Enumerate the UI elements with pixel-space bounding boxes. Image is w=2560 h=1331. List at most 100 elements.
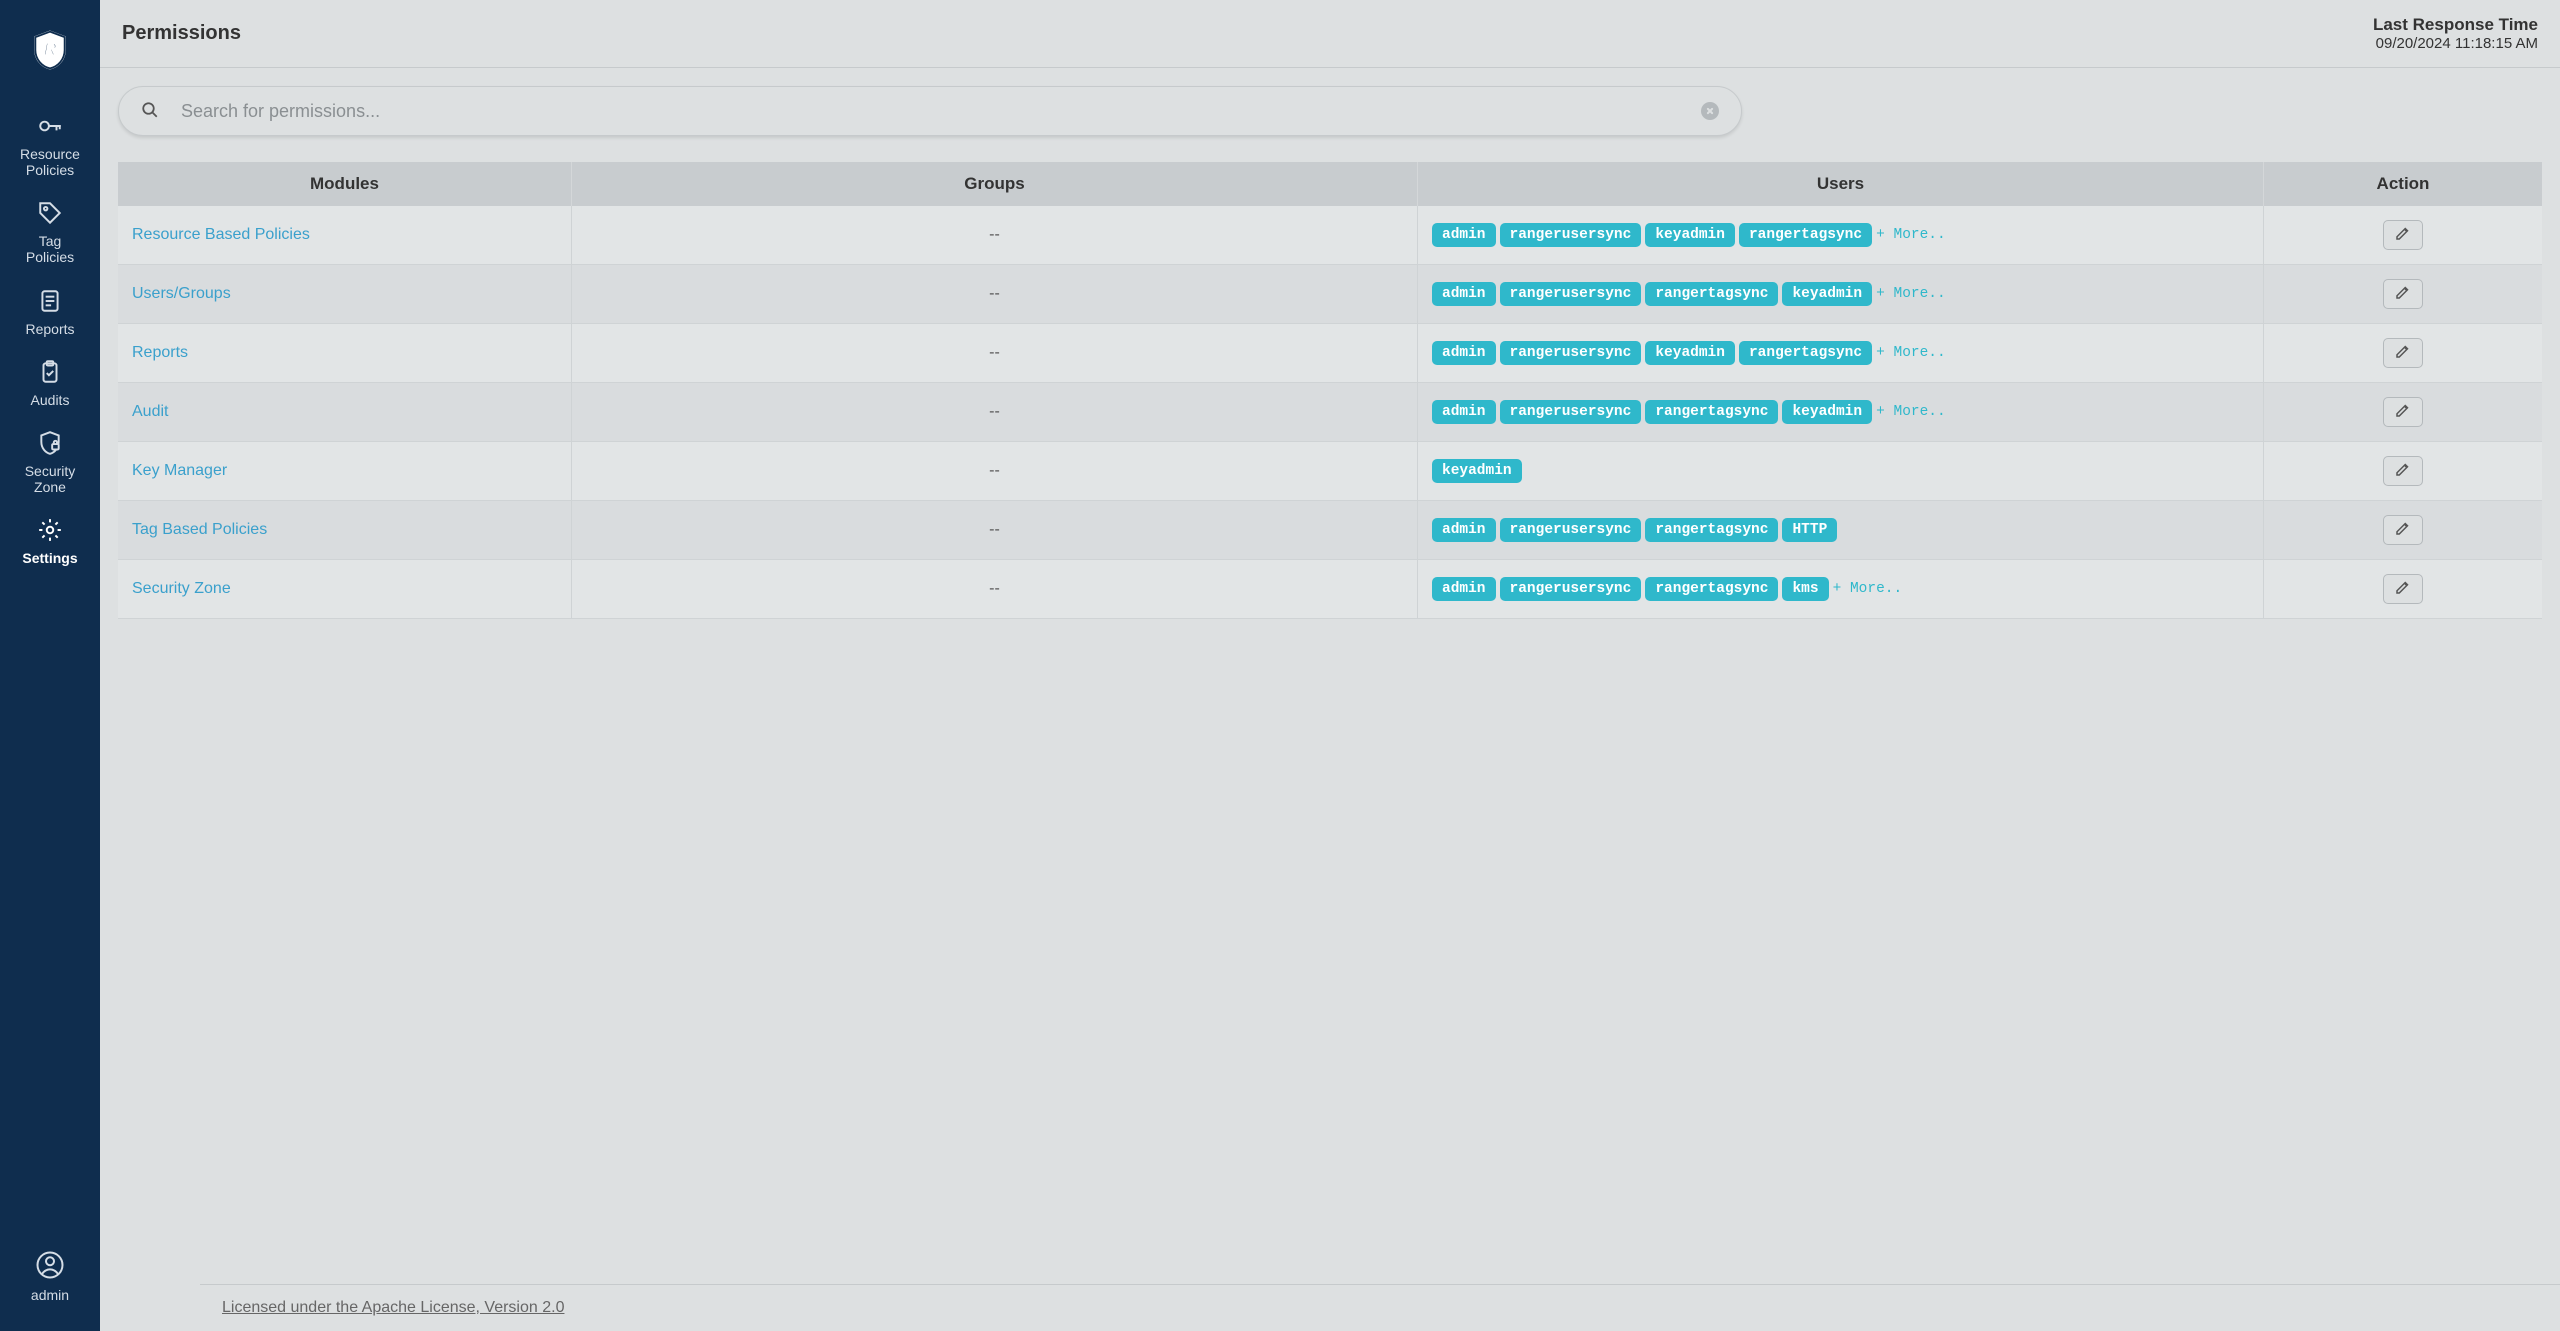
action-cell (2264, 501, 2542, 560)
user-badge[interactable]: admin (1432, 577, 1496, 601)
edit-icon (2393, 224, 2413, 247)
sidebar-item-label: Settings (22, 550, 77, 566)
main: Permissions Last Response Time 09/20/202… (100, 0, 2560, 1331)
sidebar-item-label: Audits (31, 392, 70, 408)
user-badge[interactable]: kms (1782, 577, 1828, 601)
sidebar-item-reports[interactable]: Reports (0, 278, 100, 349)
last-response-time: Last Response Time 09/20/2024 11:18:15 A… (2373, 15, 2538, 52)
nav-list: Resource Policies Tag Policies Reports Audi… (0, 103, 100, 578)
user-badge[interactable]: rangerusersync (1500, 577, 1642, 601)
sidebar-item-audits[interactable]: Audits (0, 349, 100, 420)
user-badge[interactable]: rangertagsync (1645, 577, 1778, 601)
groups-cell: -- (572, 206, 1418, 265)
tag-icon (35, 200, 65, 233)
svg-text:R: R (43, 39, 57, 60)
more-users-link[interactable]: + More.. (1876, 227, 1946, 243)
user-badge[interactable]: rangertagsync (1739, 341, 1872, 365)
user-badge[interactable]: keyadmin (1432, 459, 1522, 483)
users-cell: adminrangerusersyncrangertagsynckeyadmin… (1418, 383, 2264, 442)
groups-cell: -- (572, 442, 1418, 501)
sidebar-item-resource-policies[interactable]: Resource Policies (0, 103, 100, 190)
col-modules: Modules (118, 162, 572, 206)
sidebar-item-security-zone[interactable]: Security Zone (0, 420, 100, 507)
sidebar-item-label: Security Zone (25, 463, 76, 495)
col-users: Users (1418, 162, 2264, 206)
user-label: admin (31, 1287, 69, 1303)
user-badge[interactable]: rangertagsync (1645, 400, 1778, 424)
last-response-value: 09/20/2024 11:18:15 AM (2373, 35, 2538, 52)
module-link[interactable]: Resource Based Policies (132, 226, 310, 243)
sidebar-item-settings[interactable]: Settings (0, 507, 100, 578)
clear-search-icon[interactable] (1701, 102, 1719, 120)
sidebar-item-label: Tag Policies (26, 233, 74, 265)
users-cell: keyadmin (1418, 442, 2264, 501)
app-logo[interactable]: R (28, 28, 72, 75)
key-icon (35, 113, 65, 146)
user-badge[interactable]: admin (1432, 282, 1496, 306)
report-icon (35, 288, 65, 321)
more-users-link[interactable]: + More.. (1876, 286, 1946, 302)
topbar: Permissions Last Response Time 09/20/202… (100, 0, 2560, 68)
table-row: Key Manager -- keyadmin (118, 442, 2542, 501)
user-badge[interactable]: rangerusersync (1500, 400, 1642, 424)
groups-cell: -- (572, 383, 1418, 442)
user-badge[interactable]: admin (1432, 518, 1496, 542)
user-badge[interactable]: rangertagsync (1645, 282, 1778, 306)
permissions-table-body: Resource Based Policies--adminrangeruser… (118, 206, 2542, 619)
more-users-link[interactable]: + More.. (1833, 581, 1903, 597)
action-cell (2264, 442, 2542, 501)
user-badge[interactable]: admin (1432, 223, 1496, 247)
footer: Licensed under the Apache License, Versi… (200, 1284, 2560, 1331)
table-row: Audit--adminrangerusersyncrangertagsynck… (118, 383, 2542, 442)
module-link[interactable]: Key Manager (132, 462, 227, 479)
module-link[interactable]: Reports (132, 344, 188, 361)
user-badge[interactable]: keyadmin (1645, 223, 1735, 247)
edit-button[interactable] (2383, 279, 2423, 309)
groups-cell: -- (572, 265, 1418, 324)
edit-button[interactable] (2383, 456, 2423, 486)
license-link[interactable]: Licensed under the Apache License, Versi… (222, 1299, 564, 1316)
user-badge[interactable]: rangerusersync (1500, 282, 1642, 306)
more-users-link[interactable]: + More.. (1876, 345, 1946, 361)
users-cell: adminrangerusersyncrangertagsynckms + Mor… (1418, 560, 2264, 619)
sidebar-item-tag-policies[interactable]: Tag Policies (0, 190, 100, 277)
edit-button[interactable] (2383, 338, 2423, 368)
user-badge[interactable]: rangerusersync (1500, 518, 1642, 542)
groups-cell: -- (572, 324, 1418, 383)
sidebar-item-label: Resource Policies (20, 146, 80, 178)
user-badge[interactable]: rangerusersync (1500, 223, 1642, 247)
user-badge[interactable]: keyadmin (1645, 341, 1735, 365)
user-badge[interactable]: HTTP (1782, 518, 1837, 542)
user-badge[interactable]: rangertagsync (1645, 518, 1778, 542)
module-link[interactable]: Tag Based Policies (132, 521, 267, 538)
shield-lock-icon (35, 430, 65, 463)
module-link[interactable]: Security Zone (132, 580, 231, 597)
user-badge[interactable]: rangertagsync (1739, 223, 1872, 247)
gear-icon (35, 517, 65, 550)
table-row: Security Zone--adminrangerusersyncranger… (118, 560, 2542, 619)
groups-cell: -- (572, 501, 1418, 560)
edit-button[interactable] (2383, 397, 2423, 427)
users-cell: adminrangerusersynckeyadminrangertagsync… (1418, 324, 2264, 383)
clipboard-icon (35, 359, 65, 392)
page-title: Permissions (122, 22, 241, 45)
col-action: Action (2264, 162, 2542, 206)
edit-icon (2393, 460, 2413, 483)
search-input[interactable] (181, 101, 1679, 122)
sidebar-item-label: Reports (25, 321, 74, 337)
table-row: Resource Based Policies -- adminrangeruser… (118, 206, 2542, 265)
module-link[interactable]: Users/Groups (132, 285, 231, 302)
module-link[interactable]: Audit (132, 403, 168, 420)
more-users-link[interactable]: + More.. (1876, 404, 1946, 420)
user-badge[interactable]: keyadmin (1782, 282, 1872, 306)
edit-button[interactable] (2383, 574, 2423, 604)
edit-button[interactable] (2383, 515, 2423, 545)
user-menu[interactable]: admin (31, 1250, 69, 1331)
user-badge[interactable]: rangerusersync (1500, 341, 1642, 365)
user-badge[interactable]: admin (1432, 341, 1496, 365)
action-cell (2264, 383, 2542, 442)
user-badge[interactable]: keyadmin (1782, 400, 1872, 424)
edit-button[interactable] (2383, 220, 2423, 250)
user-badge[interactable]: admin (1432, 400, 1496, 424)
permissions-table: Modules Groups Users Action Resource Bas… (118, 162, 2542, 619)
